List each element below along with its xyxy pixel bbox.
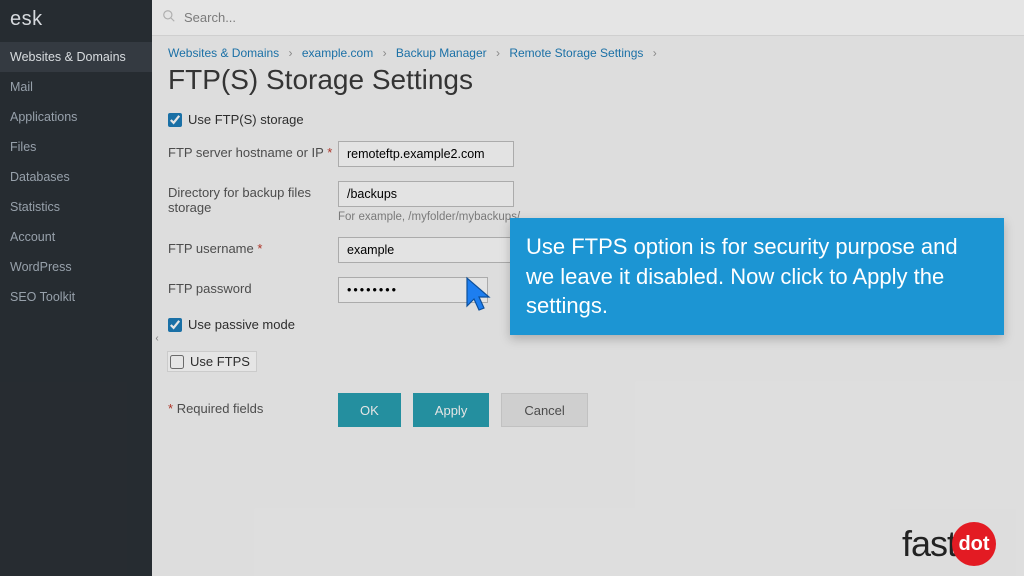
sidebar-item-files[interactable]: Files bbox=[0, 132, 152, 162]
directory-hint: For example, /myfolder/mybackups/ bbox=[338, 211, 520, 223]
use-ftps-label: Use FTPS bbox=[190, 354, 250, 369]
use-ftps-storage-checkbox[interactable] bbox=[168, 113, 182, 127]
sidebar-item-account[interactable]: Account bbox=[0, 222, 152, 252]
use-ftps-storage-label: Use FTP(S) storage bbox=[188, 112, 304, 127]
sidebar-item-statistics[interactable]: Statistics bbox=[0, 192, 152, 222]
passive-mode-label: Use passive mode bbox=[188, 317, 295, 332]
logo-word: fast bbox=[902, 523, 956, 565]
fastdot-logo: fast dot bbox=[902, 522, 996, 566]
breadcrumb-websites-domains[interactable]: Websites & Domains bbox=[168, 46, 279, 60]
cursor-icon bbox=[465, 276, 495, 317]
page-title: FTP(S) Storage Settings bbox=[152, 64, 1024, 106]
hostname-label: FTP server hostname or IP * bbox=[168, 141, 338, 160]
search-placeholder: Search... bbox=[184, 10, 236, 25]
breadcrumb-backup-manager[interactable]: Backup Manager bbox=[396, 46, 487, 60]
hostname-input[interactable] bbox=[338, 141, 514, 167]
directory-label: Directory for backup files storage bbox=[168, 181, 338, 215]
brand-title: esk bbox=[0, 0, 152, 42]
username-input[interactable] bbox=[338, 237, 514, 263]
sidebar-item-databases[interactable]: Databases bbox=[0, 162, 152, 192]
passive-mode-checkbox[interactable] bbox=[168, 318, 182, 332]
search-bar[interactable]: Search... bbox=[152, 0, 1024, 36]
ok-button[interactable]: OK bbox=[338, 393, 401, 427]
sidebar-item-applications[interactable]: Applications bbox=[0, 102, 152, 132]
sidebar: esk Websites & Domains Mail Applications… bbox=[0, 0, 152, 576]
apply-button[interactable]: Apply bbox=[413, 393, 490, 427]
cancel-button[interactable]: Cancel bbox=[501, 393, 587, 427]
breadcrumb-domain[interactable]: example.com bbox=[302, 46, 373, 60]
directory-input[interactable] bbox=[338, 181, 514, 207]
required-note: * Required fields bbox=[168, 401, 338, 416]
sidebar-item-seo-toolkit[interactable]: SEO Toolkit bbox=[0, 282, 152, 312]
sidebar-item-wordpress[interactable]: WordPress bbox=[0, 252, 152, 282]
password-label: FTP password bbox=[168, 277, 338, 296]
sidebar-collapse-handle[interactable]: ‹ bbox=[152, 328, 162, 348]
breadcrumb: Websites & Domains › example.com › Backu… bbox=[152, 36, 1024, 64]
username-label: FTP username * bbox=[168, 237, 338, 256]
logo-dot: dot bbox=[952, 522, 996, 566]
sidebar-item-mail[interactable]: Mail bbox=[0, 72, 152, 102]
sidebar-item-websites-domains[interactable]: Websites & Domains bbox=[0, 42, 152, 72]
breadcrumb-remote-storage[interactable]: Remote Storage Settings bbox=[509, 46, 643, 60]
instruction-tooltip: Use FTPS option is for security purpose … bbox=[510, 218, 1004, 335]
use-ftps-checkbox[interactable] bbox=[170, 355, 184, 369]
search-icon bbox=[162, 9, 176, 26]
